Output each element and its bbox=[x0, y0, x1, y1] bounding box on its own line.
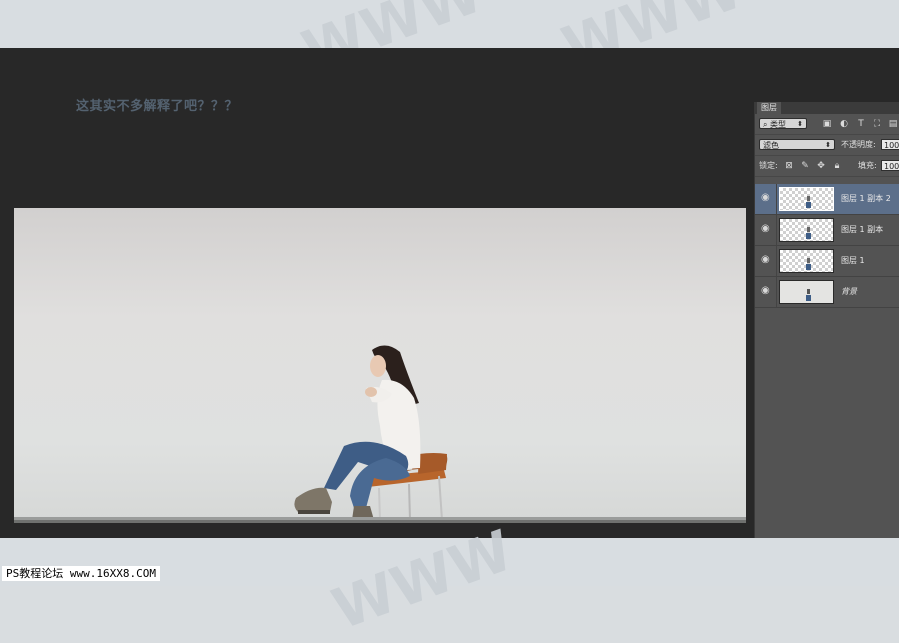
layer-name: 背景 bbox=[841, 287, 857, 296]
adjust-filter-icon[interactable]: ◐ bbox=[839, 119, 849, 129]
padlock-icon[interactable]: 🔒︎ bbox=[832, 161, 842, 171]
move-lock-icon[interactable]: ✥ bbox=[816, 161, 826, 171]
stepper-arrows-icon: ⬍ bbox=[797, 120, 803, 128]
filter-kind-select[interactable]: ⌕ 类型 ⬍ bbox=[759, 118, 807, 129]
filter-row: ⌕ 类型 ⬍ ▣ ◐ T ⛶ ▤ bbox=[755, 114, 899, 135]
filter-kind-label: 类型 bbox=[770, 120, 787, 129]
panel-tabbar: 图层 bbox=[755, 102, 899, 114]
photo-bottom-edge bbox=[14, 520, 746, 523]
layer-row[interactable]: ◉ 背景 bbox=[755, 277, 899, 308]
layer-thumbnail bbox=[779, 187, 834, 211]
tab-layers[interactable]: 图层 bbox=[757, 102, 781, 114]
stepper-arrows-icon: ⬍ bbox=[825, 141, 831, 149]
divider bbox=[776, 184, 777, 214]
layer-row[interactable]: ◉ 图层 1 bbox=[755, 246, 899, 277]
layer-list: ◉ 图层 1 副本 2 ◉ 图层 1 副本 ◉ 图层 1 ◉ 背景 bbox=[755, 184, 899, 308]
layer-thumbnail bbox=[779, 280, 834, 304]
layer-thumbnail bbox=[779, 249, 834, 273]
opacity-input[interactable]: 100% bbox=[881, 139, 899, 150]
lock-pixels-icon[interactable]: ⊠ bbox=[784, 161, 794, 171]
footer-watermark: PS教程论坛 www.16XX8.COM bbox=[2, 566, 160, 581]
layer-name: 图层 1 副本 2 bbox=[841, 194, 891, 203]
figure-icon bbox=[806, 289, 811, 301]
photo-canvas[interactable] bbox=[14, 208, 746, 521]
divider bbox=[776, 277, 777, 307]
eye-icon[interactable]: ◉ bbox=[761, 255, 771, 265]
blend-row: 滤色 ⬍ 不透明度: 100% bbox=[755, 135, 899, 156]
eye-icon[interactable]: ◉ bbox=[761, 224, 771, 234]
lock-row: 锁定: ⊠ ✎ ✥ 🔒︎ 填充: 100% bbox=[755, 156, 899, 177]
figure-icon bbox=[806, 196, 811, 208]
lock-label: 锁定: bbox=[759, 161, 778, 170]
smart-object-filter-icon[interactable]: ▤ bbox=[888, 119, 898, 129]
search-icon: ⌕ bbox=[763, 120, 768, 129]
woman-on-chair-illustration bbox=[294, 345, 448, 521]
layer-row[interactable]: ◉ 图层 1 副本 bbox=[755, 215, 899, 246]
image-filter-icon[interactable]: ▣ bbox=[822, 119, 832, 129]
layer-name: 图层 1 bbox=[841, 256, 865, 265]
type-filter-icon[interactable]: T bbox=[856, 119, 866, 129]
caption-text: 这其实不多解释了吧？？？ bbox=[76, 99, 239, 114]
eye-icon[interactable]: ◉ bbox=[761, 193, 771, 203]
layer-thumbnail bbox=[779, 218, 834, 242]
blend-mode-label: 滤色 bbox=[763, 141, 779, 150]
blend-mode-select[interactable]: 滤色 ⬍ bbox=[759, 139, 835, 150]
layer-name: 图层 1 副本 bbox=[841, 225, 884, 234]
layers-panel: 图层 ⌕ 类型 ⬍ ▣ ◐ T ⛶ ▤ 滤色 ⬍ 不透明度: 100% 锁定: … bbox=[754, 102, 899, 538]
watermark-band-top: WWW WWW bbox=[0, 0, 899, 85]
divider bbox=[776, 215, 777, 245]
eye-icon[interactable]: ◉ bbox=[761, 286, 771, 296]
layer-row[interactable]: ◉ 图层 1 副本 2 bbox=[755, 184, 899, 215]
figure-icon bbox=[806, 227, 811, 239]
brush-lock-icon[interactable]: ✎ bbox=[800, 161, 810, 171]
fill-input[interactable]: 100% bbox=[881, 160, 899, 171]
opacity-label: 不透明度: bbox=[841, 140, 876, 149]
figure-icon bbox=[806, 258, 811, 270]
fill-label: 填充: bbox=[858, 161, 877, 170]
shape-filter-icon[interactable]: ⛶ bbox=[872, 119, 882, 129]
divider bbox=[776, 246, 777, 276]
